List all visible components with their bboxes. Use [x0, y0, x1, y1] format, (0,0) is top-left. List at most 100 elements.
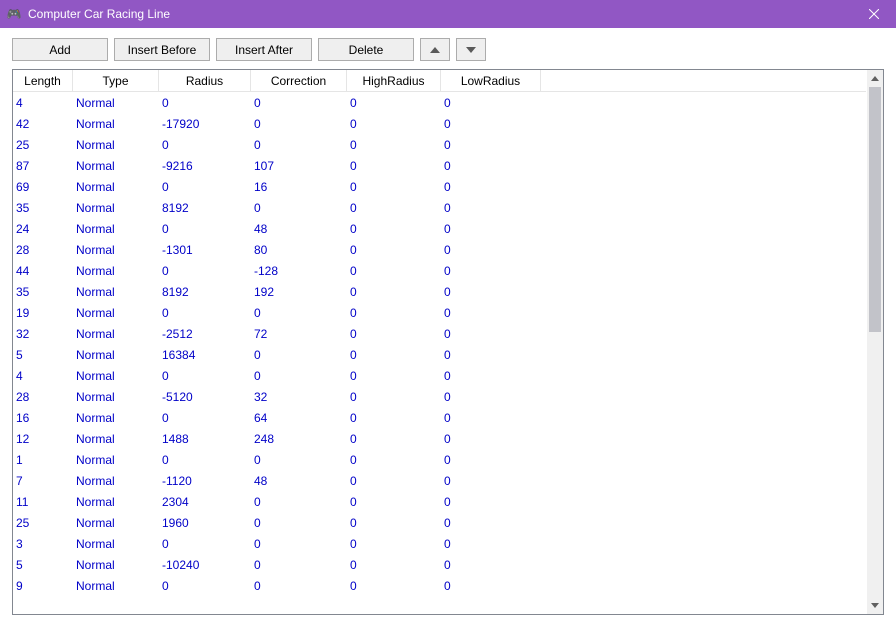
cell-length[interactable]: 42 — [13, 113, 73, 134]
cell-highRadius[interactable]: 0 — [347, 113, 441, 134]
cell-lowRadius[interactable]: 0 — [441, 512, 541, 533]
cell-correction[interactable]: 48 — [251, 218, 347, 239]
cell-type[interactable]: Normal — [73, 386, 159, 407]
cell-radius[interactable]: 0 — [159, 533, 251, 554]
cell-type[interactable]: Normal — [73, 554, 159, 575]
cell-correction[interactable]: 248 — [251, 428, 347, 449]
cell-correction[interactable]: 0 — [251, 197, 347, 218]
move-down-button[interactable] — [456, 38, 486, 61]
table-row[interactable]: 1Normal0000 — [13, 449, 866, 470]
table-row[interactable]: 16Normal06400 — [13, 407, 866, 428]
cell-lowRadius[interactable]: 0 — [441, 197, 541, 218]
table-row[interactable]: 87Normal-921610700 — [13, 155, 866, 176]
cell-lowRadius[interactable]: 0 — [441, 554, 541, 575]
cell-length[interactable]: 12 — [13, 428, 73, 449]
vertical-scrollbar[interactable] — [866, 70, 883, 614]
cell-highRadius[interactable]: 0 — [347, 134, 441, 155]
cell-type[interactable]: Normal — [73, 470, 159, 491]
cell-lowRadius[interactable]: 0 — [441, 281, 541, 302]
table-row[interactable]: 69Normal01600 — [13, 176, 866, 197]
cell-length[interactable]: 16 — [13, 407, 73, 428]
cell-lowRadius[interactable]: 0 — [441, 113, 541, 134]
cell-type[interactable]: Normal — [73, 197, 159, 218]
cell-radius[interactable]: -2512 — [159, 323, 251, 344]
table-row[interactable]: 19Normal0000 — [13, 302, 866, 323]
cell-correction[interactable]: 0 — [251, 512, 347, 533]
cell-lowRadius[interactable]: 0 — [441, 344, 541, 365]
table-row[interactable]: 5Normal-10240000 — [13, 554, 866, 575]
cell-highRadius[interactable]: 0 — [347, 575, 441, 596]
cell-type[interactable]: Normal — [73, 176, 159, 197]
cell-lowRadius[interactable]: 0 — [441, 407, 541, 428]
cell-type[interactable]: Normal — [73, 155, 159, 176]
cell-correction[interactable]: 107 — [251, 155, 347, 176]
cell-lowRadius[interactable]: 0 — [441, 386, 541, 407]
titlebar[interactable]: 🎮 Computer Car Racing Line — [0, 0, 896, 28]
cell-length[interactable]: 44 — [13, 260, 73, 281]
cell-length[interactable]: 87 — [13, 155, 73, 176]
cell-type[interactable]: Normal — [73, 491, 159, 512]
cell-highRadius[interactable]: 0 — [347, 218, 441, 239]
cell-length[interactable]: 24 — [13, 218, 73, 239]
cell-correction[interactable]: 0 — [251, 92, 347, 113]
cell-highRadius[interactable]: 0 — [347, 260, 441, 281]
cell-length[interactable]: 1 — [13, 449, 73, 470]
cell-length[interactable]: 5 — [13, 554, 73, 575]
cell-highRadius[interactable]: 0 — [347, 155, 441, 176]
cell-type[interactable]: Normal — [73, 533, 159, 554]
cell-correction[interactable]: 0 — [251, 554, 347, 575]
scroll-thumb[interactable] — [869, 87, 881, 332]
column-header-type[interactable]: Type — [73, 70, 159, 92]
scroll-down-arrow[interactable] — [867, 597, 883, 614]
table-row[interactable]: 28Normal-13018000 — [13, 239, 866, 260]
cell-type[interactable]: Normal — [73, 113, 159, 134]
cell-correction[interactable]: 0 — [251, 302, 347, 323]
cell-radius[interactable]: -1301 — [159, 239, 251, 260]
cell-highRadius[interactable]: 0 — [347, 533, 441, 554]
cell-radius[interactable]: 0 — [159, 134, 251, 155]
cell-lowRadius[interactable]: 0 — [441, 92, 541, 113]
table-row[interactable]: 25Normal1960000 — [13, 512, 866, 533]
cell-highRadius[interactable]: 0 — [347, 176, 441, 197]
cell-correction[interactable]: 192 — [251, 281, 347, 302]
cell-length[interactable]: 7 — [13, 470, 73, 491]
cell-highRadius[interactable]: 0 — [347, 281, 441, 302]
cell-radius[interactable]: -5120 — [159, 386, 251, 407]
cell-radius[interactable]: -10240 — [159, 554, 251, 575]
cell-correction[interactable]: 0 — [251, 134, 347, 155]
cell-type[interactable]: Normal — [73, 281, 159, 302]
cell-correction[interactable]: 32 — [251, 386, 347, 407]
cell-length[interactable]: 28 — [13, 239, 73, 260]
cell-radius[interactable]: 0 — [159, 176, 251, 197]
cell-type[interactable]: Normal — [73, 344, 159, 365]
table-row[interactable]: 12Normal148824800 — [13, 428, 866, 449]
table-row[interactable]: 28Normal-51203200 — [13, 386, 866, 407]
cell-radius[interactable]: -1120 — [159, 470, 251, 491]
cell-highRadius[interactable]: 0 — [347, 428, 441, 449]
cell-highRadius[interactable]: 0 — [347, 491, 441, 512]
cell-radius[interactable]: 0 — [159, 449, 251, 470]
table-row[interactable]: 4Normal0000 — [13, 92, 866, 113]
cell-type[interactable]: Normal — [73, 260, 159, 281]
cell-radius[interactable]: 1488 — [159, 428, 251, 449]
cell-radius[interactable]: 0 — [159, 92, 251, 113]
table-row[interactable]: 9Normal0000 — [13, 575, 866, 596]
table-row[interactable]: 42Normal-17920000 — [13, 113, 866, 134]
cell-type[interactable]: Normal — [73, 365, 159, 386]
cell-lowRadius[interactable]: 0 — [441, 428, 541, 449]
column-header-length[interactable]: Length — [13, 70, 73, 92]
table-row[interactable]: 25Normal0000 — [13, 134, 866, 155]
cell-type[interactable]: Normal — [73, 302, 159, 323]
table-row[interactable]: 35Normal8192000 — [13, 197, 866, 218]
cell-lowRadius[interactable]: 0 — [441, 134, 541, 155]
table-row[interactable]: 24Normal04800 — [13, 218, 866, 239]
cell-length[interactable]: 35 — [13, 281, 73, 302]
cell-radius[interactable]: 0 — [159, 407, 251, 428]
cell-type[interactable]: Normal — [73, 239, 159, 260]
cell-type[interactable]: Normal — [73, 449, 159, 470]
insert-before-button[interactable]: Insert Before — [114, 38, 210, 61]
table-row[interactable]: 35Normal819219200 — [13, 281, 866, 302]
cell-correction[interactable]: 0 — [251, 449, 347, 470]
table-row[interactable]: 32Normal-25127200 — [13, 323, 866, 344]
cell-lowRadius[interactable]: 0 — [441, 470, 541, 491]
